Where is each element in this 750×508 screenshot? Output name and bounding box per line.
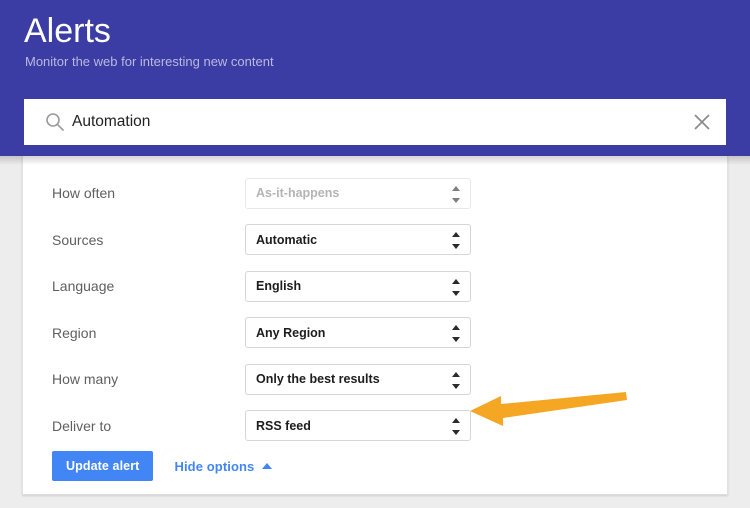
page-title: Alerts <box>24 10 111 52</box>
select-region[interactable]: Any Region <box>245 317 471 348</box>
select-value: Only the best results <box>256 370 380 388</box>
option-row-deliver-to: Deliver to RSS feed <box>23 403 727 450</box>
search-input[interactable]: Automation <box>72 111 150 133</box>
hide-options-label: Hide options <box>174 459 254 474</box>
option-label: Sources <box>52 230 103 250</box>
chevron-up-icon <box>262 463 272 469</box>
option-row-how-often: How often As-it-happens <box>23 170 727 217</box>
option-label: Language <box>52 276 114 296</box>
alerts-page: Alerts Monitor the web for interesting n… <box>0 0 750 508</box>
alert-options-card: How often As-it-happens Sources Automati… <box>22 156 728 495</box>
update-alert-button[interactable]: Update alert <box>52 451 153 481</box>
form-actions: Update alert Hide options <box>52 451 272 481</box>
option-row-how-many: How many Only the best results <box>23 356 727 403</box>
option-label: How many <box>52 369 118 389</box>
hide-options-toggle[interactable]: Hide options <box>174 459 272 474</box>
select-value: As-it-happens <box>256 184 339 202</box>
page-subtitle: Monitor the web for interesting new cont… <box>25 53 274 71</box>
option-row-sources: Sources Automatic <box>23 217 727 264</box>
select-value: RSS feed <box>256 417 311 435</box>
select-language[interactable]: English <box>245 271 471 302</box>
alert-options-form: How often As-it-happens Sources Automati… <box>23 170 727 449</box>
search-bar[interactable]: Automation <box>24 99 726 145</box>
select-how-many[interactable]: Only the best results <box>245 364 471 395</box>
stepper-arrows-icon[interactable] <box>452 185 461 204</box>
option-label: Region <box>52 323 96 343</box>
option-label: How often <box>52 183 115 203</box>
stepper-arrows-icon[interactable] <box>452 324 461 343</box>
stepper-arrows-icon[interactable] <box>452 231 461 250</box>
option-label: Deliver to <box>52 416 111 436</box>
select-value: Automatic <box>256 231 317 249</box>
select-sources[interactable]: Automatic <box>245 224 471 255</box>
close-icon[interactable] <box>692 112 712 132</box>
search-icon <box>45 112 65 132</box>
select-value: English <box>256 277 301 295</box>
stepper-arrows-icon[interactable] <box>452 278 461 297</box>
select-value: Any Region <box>256 324 325 342</box>
option-row-region: Region Any Region <box>23 310 727 357</box>
select-how-often[interactable]: As-it-happens <box>245 178 471 209</box>
select-deliver-to[interactable]: RSS feed <box>245 410 471 441</box>
stepper-arrows-icon[interactable] <box>452 417 461 436</box>
page-header: Alerts Monitor the web for interesting n… <box>0 0 750 156</box>
stepper-arrows-icon[interactable] <box>452 371 461 390</box>
option-row-language: Language English <box>23 263 727 310</box>
